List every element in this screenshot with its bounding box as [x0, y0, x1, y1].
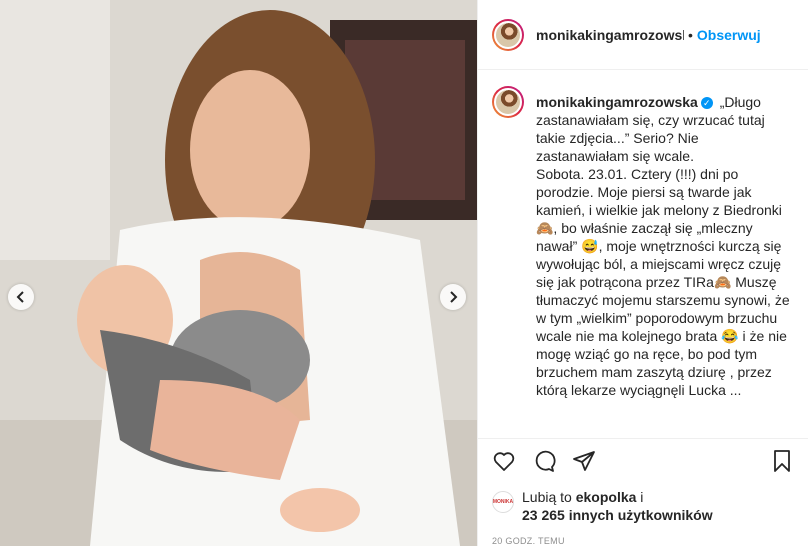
likes-joiner: i	[636, 489, 644, 505]
liker-avatar[interactable]: MONIKA	[492, 491, 514, 513]
share-icon	[573, 450, 595, 471]
action-bar	[478, 438, 808, 482]
next-photo-button[interactable]	[440, 284, 466, 310]
save-button[interactable]	[770, 449, 794, 473]
caption: monikakingamrozowska ✓ „Długo zastanawiał…	[536, 93, 794, 438]
likes-text: Lubią to ekopolka i 23 265 innych użytko…	[522, 488, 713, 524]
comment-button[interactable]	[532, 449, 556, 473]
header-separator: •	[688, 26, 693, 43]
comment-icon	[535, 450, 556, 472]
heart-icon	[493, 451, 515, 471]
chevron-right-icon	[450, 291, 458, 303]
verified-badge-icon: ✓	[700, 97, 713, 110]
post-header: monikakingamrozowsk • Obserwuj	[478, 0, 808, 70]
author-username[interactable]: monikakingamrozowsk	[536, 27, 684, 43]
post-photo[interactable]	[0, 0, 477, 546]
likes-prefix: Lubią to	[522, 489, 576, 505]
caption-section: monikakingamrozowska ✓ „Długo zastanawiał…	[478, 70, 808, 438]
caption-author-avatar[interactable]	[492, 86, 524, 118]
previous-photo-button[interactable]	[8, 284, 34, 310]
post-photo-illustration	[0, 0, 477, 546]
post-sidebar: monikakingamrozowsk • Obserwuj monikakin…	[477, 0, 808, 546]
caption-username[interactable]: monikakingamrozowska	[536, 94, 698, 110]
follow-button[interactable]: Obserwuj	[697, 27, 761, 43]
author-avatar[interactable]	[492, 18, 524, 51]
liker-username[interactable]: ekopolka	[576, 489, 637, 505]
like-button[interactable]	[492, 449, 516, 473]
bookmark-icon	[774, 449, 790, 472]
likes-count-link[interactable]: 23 265 innych użytkowników	[522, 507, 713, 523]
post-timestamp[interactable]: 20 GODZ. TEMU	[478, 524, 808, 546]
instagram-post: monikakingamrozowsk • Obserwuj monikakin…	[0, 0, 808, 546]
chevron-left-icon	[16, 291, 24, 303]
likes-summary: MONIKA Lubią to ekopolka i 23 265 innych…	[478, 482, 808, 524]
share-button[interactable]	[572, 449, 596, 473]
caption-text: „Długo zastanawiałam się, czy wrzucać tu…	[536, 94, 790, 398]
